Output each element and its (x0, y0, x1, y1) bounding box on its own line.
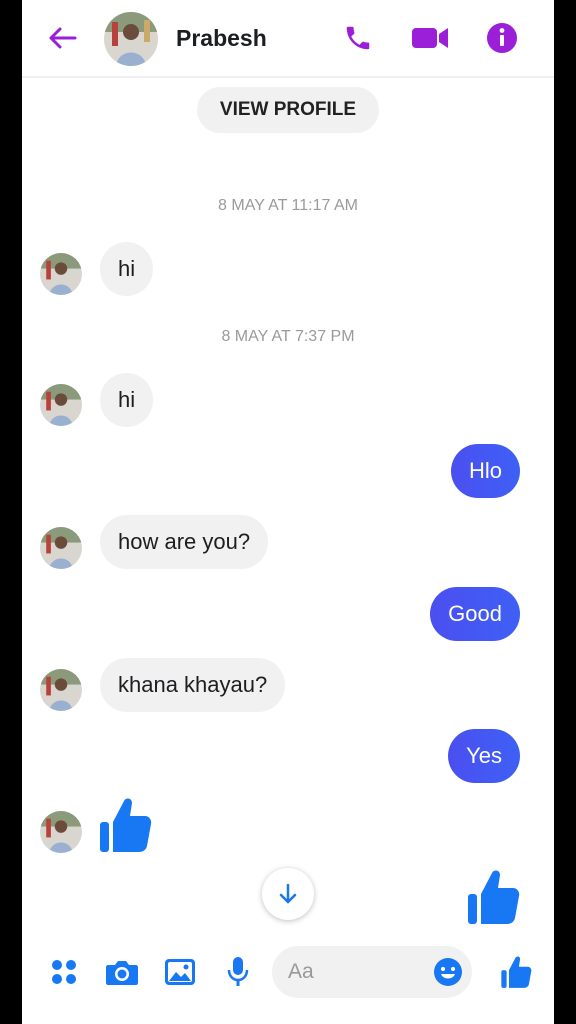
video-camera-icon (412, 28, 448, 48)
view-profile-button[interactable]: VIEW PROFILE (197, 87, 379, 133)
emoji-button[interactable] (428, 952, 468, 992)
scroll-to-bottom-button[interactable] (262, 868, 314, 920)
thumbs-up-icon (468, 870, 520, 924)
gallery-button[interactable] (160, 952, 200, 992)
message-timestamp: 8 MAY AT 7:37 PM (221, 328, 355, 345)
voice-call-button[interactable] (338, 18, 378, 58)
back-arrow-icon (49, 27, 77, 49)
arrow-down-icon (279, 883, 297, 904)
back-button[interactable] (42, 18, 82, 58)
thumbs-up-icon (501, 956, 532, 988)
incoming-like-message[interactable] (98, 796, 152, 859)
incoming-message[interactable]: hi (100, 242, 154, 296)
conversation-info-button[interactable] (482, 18, 522, 58)
message-composer (22, 940, 554, 1004)
microphone-icon (227, 957, 249, 986)
contact-name[interactable]: Prabesh (176, 25, 267, 52)
send-like-button[interactable] (496, 952, 536, 992)
contact-avatar[interactable] (40, 527, 82, 569)
video-call-button[interactable] (410, 18, 450, 58)
conversation-header: Prabesh (22, 0, 554, 78)
contact-avatar[interactable] (40, 811, 82, 853)
chat-screen: Prabesh VIEW PROFILE 8 MAY AT 11:17 AM h… (22, 0, 554, 1024)
outgoing-message[interactable]: Yes (448, 729, 520, 783)
incoming-message[interactable]: how are you? (100, 515, 269, 569)
contact-avatar[interactable] (104, 12, 158, 66)
incoming-message[interactable]: hi (100, 373, 154, 427)
outgoing-message[interactable]: Good (430, 587, 520, 641)
more-actions-button[interactable] (44, 952, 84, 992)
gallery-icon (165, 959, 195, 985)
info-icon (487, 23, 517, 53)
contact-avatar[interactable] (40, 669, 82, 711)
message-timestamp: 8 MAY AT 11:17 AM (218, 197, 358, 214)
phone-icon (346, 26, 370, 50)
contact-avatar[interactable] (40, 253, 82, 295)
outgoing-message[interactable]: Hlo (450, 444, 520, 498)
message-input[interactable] (288, 960, 428, 984)
outgoing-like-message[interactable] (466, 868, 520, 931)
message-box (272, 946, 472, 998)
voice-message-button[interactable] (218, 952, 258, 992)
contact-avatar[interactable] (40, 384, 82, 426)
incoming-message[interactable]: khana khayau? (100, 658, 286, 712)
camera-button[interactable] (102, 952, 142, 992)
camera-icon (106, 961, 138, 985)
menu-dots-icon (52, 960, 76, 984)
thumbs-up-icon (100, 798, 152, 852)
emoji-icon (434, 958, 462, 986)
